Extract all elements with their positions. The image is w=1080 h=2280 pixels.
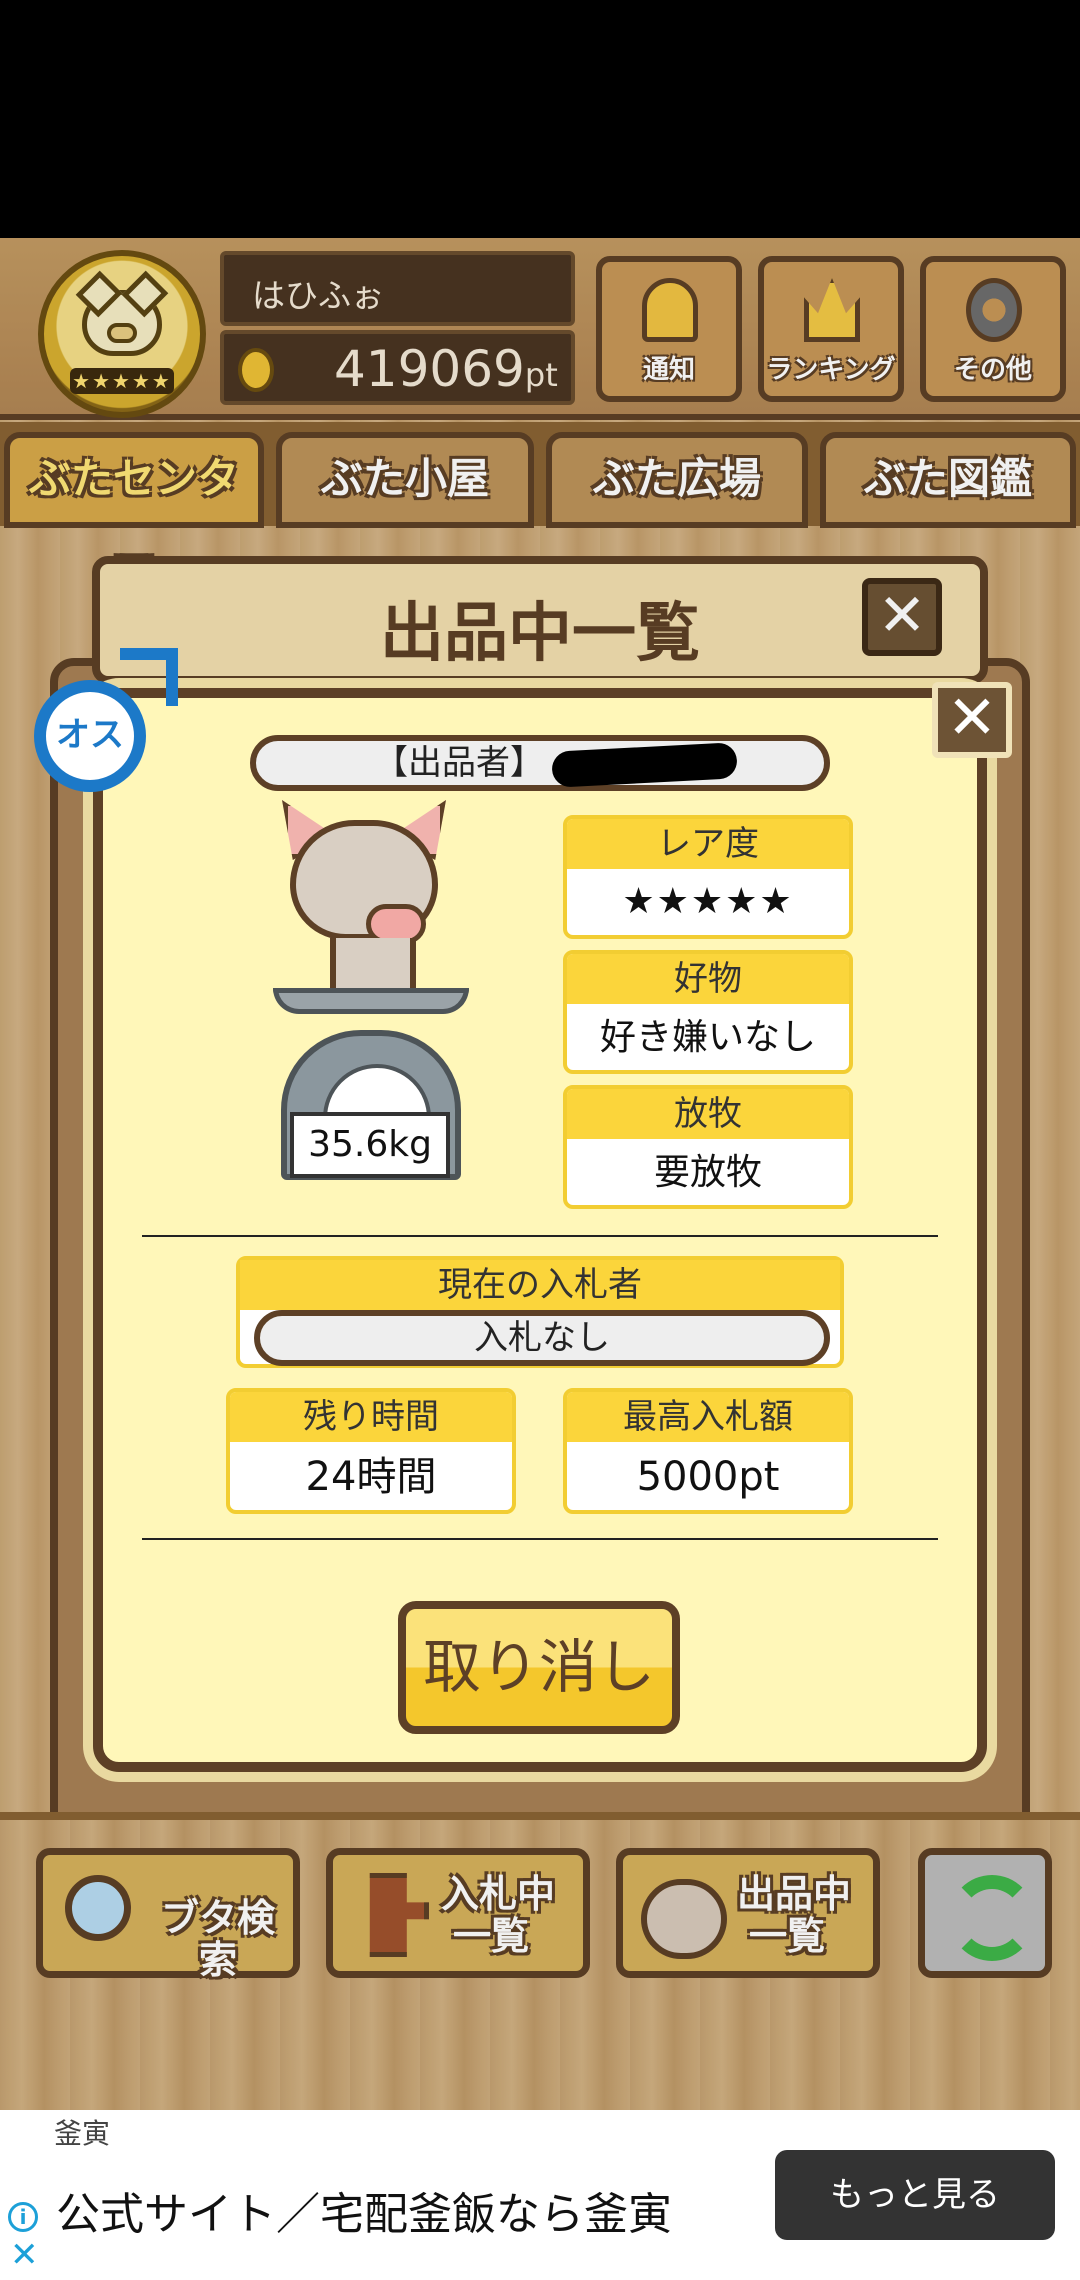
ad-info-icon[interactable]: i (8, 2202, 38, 2232)
grazing-value: 要放牧 (653, 1152, 762, 1193)
pig-illustration (270, 800, 470, 1000)
seller-name-redacted (551, 741, 738, 788)
divider-top (142, 1235, 938, 1237)
grazing-card: 放牧 要放牧 (563, 1085, 853, 1209)
max-bid-value: 5000pt (636, 1454, 780, 1500)
current-bidder-label: 現在の入札者 (240, 1260, 840, 1310)
divider-bottom (142, 1538, 938, 1540)
cancel-listing-button[interactable]: 取り消し (398, 1601, 680, 1734)
favorite-card: 好物 好き嫌いなし (563, 950, 853, 1074)
ad-headline[interactable]: 公式サイト／宅配釜飯なら釜寅 (56, 2178, 672, 2242)
current-bidder-card: 現在の入札者 入札なし (236, 1256, 844, 1368)
gender-label: オス (34, 680, 146, 792)
favorite-value: 好き嫌いなし (599, 1017, 816, 1058)
ad-brand: 釜寅 (54, 2117, 111, 2150)
max-bid-card: 最高入札額 5000pt (563, 1388, 853, 1514)
rarity-label: レア度 (567, 819, 849, 869)
pig-head (290, 820, 438, 944)
rarity-card: レア度 ★★★★★ (563, 815, 853, 939)
gender-badge: オス (30, 640, 180, 792)
time-left-label: 残り時間 (230, 1392, 512, 1442)
weight-readout: 35.6kg (290, 1112, 450, 1178)
seller-pill: 【出品者】 (250, 735, 830, 791)
ad-close-icon[interactable]: ✕ (10, 2238, 39, 2272)
seller-label: 【出品者】 (374, 743, 544, 783)
time-left-card: 残り時間 24時間 (226, 1388, 516, 1514)
modal-close-button[interactable]: ✕ (932, 682, 1012, 758)
scale-plate (273, 988, 469, 1014)
ad-more-button[interactable]: もっと見る (775, 2150, 1055, 2240)
grazing-label: 放牧 (567, 1089, 849, 1139)
max-bid-label: 最高入札額 (567, 1392, 849, 1442)
current-bidder-value: 入札なし (254, 1310, 830, 1366)
favorite-label: 好物 (567, 954, 849, 1004)
ad-banner[interactable]: 釜寅 公式サイト／宅配釜飯なら釜寅 もっと見る i ✕ (0, 2110, 1080, 2280)
time-left-value: 24時間 (305, 1454, 437, 1500)
rarity-stars: ★★★★★ (622, 881, 794, 922)
